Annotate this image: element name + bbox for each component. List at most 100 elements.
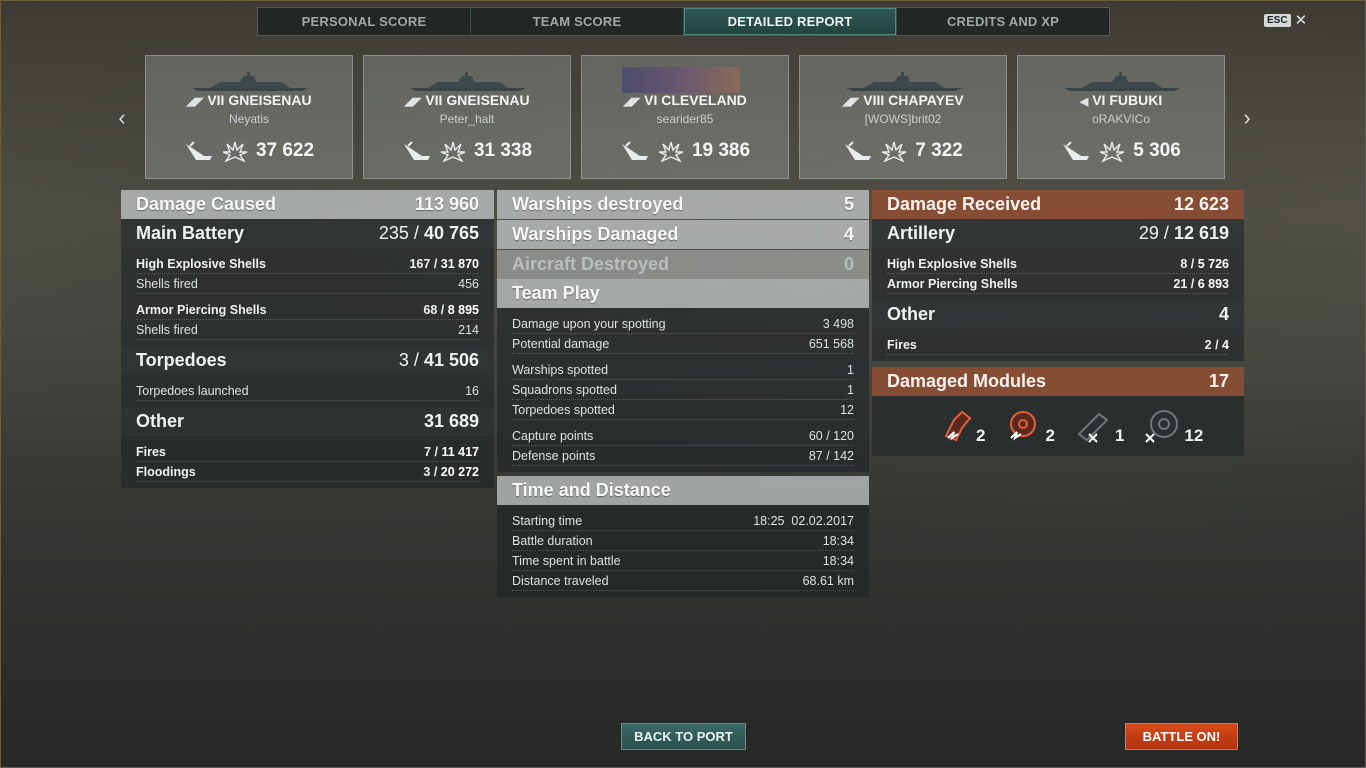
- ship-name: ◢◤ VIII CHAPAYEV: [842, 92, 964, 108]
- warships-damaged-header: Warships Damaged 4: [497, 220, 869, 249]
- ship-class-icon: ◢◤: [842, 96, 860, 108]
- ship-class-icon: ◢◤: [186, 96, 204, 108]
- he-shells-row: High Explosive Shells 167 / 31 870: [136, 254, 479, 274]
- he-shells-fired-row: Shells fired 456: [136, 274, 479, 294]
- player-card[interactable]: ◢◤ VI CLEVELAND searider85 19 386: [581, 55, 789, 179]
- tab-personal-score[interactable]: PERSONAL SCORE: [258, 8, 471, 35]
- squadrons-spotted-row: Squadrons spotted 1: [512, 380, 854, 400]
- torpedo-tubes-module-icon: [1077, 412, 1109, 443]
- player-card[interactable]: ◢◤ VII GNEISENAU Peter_halt 31 338: [363, 55, 571, 179]
- player-name: oRAKVICo: [1091, 112, 1151, 126]
- potential-damage-row: Potential damage 651 568: [512, 334, 854, 354]
- card-stats: 37 622: [146, 140, 352, 162]
- floodings-row: Floodings 3 / 20 272: [136, 462, 479, 482]
- ship-camo-badge-icon: [622, 67, 740, 93]
- damage-received-header: Damage Received 12 623: [872, 190, 1244, 219]
- tab-credits-and-xp[interactable]: CREDITS AND XP: [897, 8, 1109, 35]
- time-distance-header: Time and Distance: [497, 476, 869, 505]
- damage-value: 37 622: [255, 140, 315, 161]
- capture-points-row: Capture points 60 / 120: [512, 426, 854, 446]
- aircraft-destroyed-header: Aircraft Destroyed 0: [497, 250, 869, 279]
- player-name: Neyatis: [228, 112, 269, 126]
- received-other-header: Other 4: [872, 300, 1244, 329]
- module-engine: 2: [1003, 408, 1055, 445]
- ship-silhouette-icon: [192, 72, 308, 91]
- card-stats: 31 338: [364, 140, 570, 162]
- card-stats: 7 322: [800, 140, 1006, 162]
- battle-duration-row: Battle duration 18:34: [512, 531, 854, 551]
- engine-module-icon: [1010, 411, 1037, 441]
- ap-shells-fired-row: Shells fired 214: [136, 320, 479, 340]
- card-stats: 5 306: [1018, 140, 1224, 162]
- close-button[interactable]: ESC ✕: [1264, 13, 1307, 28]
- received-ap-row: Armor Piercing Shells 21 / 6 893: [887, 274, 1229, 294]
- sinking-ship-icon: [621, 141, 648, 160]
- ship-class-icon: ◀: [1079, 96, 1089, 108]
- ap-shells-row: Armor Piercing Shells 68 / 8 895: [136, 300, 479, 320]
- received-fires-row: Fires 2 / 4: [887, 335, 1229, 355]
- other-damage-details: Fires 7 / 11 417 Floodings 3 / 20 272: [121, 436, 494, 488]
- explosion-icon: [881, 141, 907, 162]
- ship-class-icon: ◢◤: [404, 96, 422, 108]
- artillery-header: Artillery 29 / 12 619: [872, 219, 1244, 248]
- torpedoes-header: Torpedoes 3 / 41 506: [121, 346, 494, 375]
- ship-name: ◀ VI FUBUKI: [1079, 92, 1163, 108]
- torpedoes-launched-row: Torpedoes launched 16: [136, 381, 479, 401]
- esc-key-label: ESC: [1264, 14, 1291, 27]
- damage-value: 5 306: [1133, 140, 1181, 161]
- tab-detailed-report[interactable]: DETAILED REPORT: [684, 8, 897, 35]
- module-main-battery: 2: [940, 408, 985, 445]
- damage-received-panel: Damage Received 12 623 Artillery 29 / 12 …: [872, 190, 1244, 456]
- time-distance-details: Starting time 18:25 02.02.2017 Battle dur…: [497, 505, 869, 597]
- sinking-ship-icon: [185, 141, 212, 160]
- sinking-ship-icon: [1063, 141, 1090, 160]
- explosion-icon: [222, 141, 248, 162]
- damaged-modules-header: Damaged Modules 17: [872, 367, 1244, 396]
- torpedoes-spotted-row: Torpedoes spotted 12: [512, 400, 854, 420]
- main-battery-header: Main Battery 235 / 40 765: [121, 219, 494, 248]
- player-name: Peter_halt: [439, 112, 495, 126]
- top-players-carousel: ◢◤ VII GNEISENAU Neyatis 37 622 ◢◤ VII GNE…: [145, 55, 1225, 179]
- ship-silhouette-icon: [410, 72, 526, 91]
- player-name: [WOWS]brit02: [864, 112, 942, 126]
- module-steering: 12: [1142, 408, 1203, 445]
- explosion-icon: [658, 141, 684, 162]
- ship-silhouette-icon: [846, 72, 962, 91]
- card-stats: 19 386: [582, 140, 788, 162]
- starting-time-row: Starting time 18:25 02.02.2017: [512, 511, 854, 531]
- damage-value: 7 322: [915, 140, 963, 161]
- damaged-modules-list: 2 2 1 12: [872, 396, 1244, 456]
- ship-silhouette-icon: [1064, 72, 1180, 91]
- player-card[interactable]: ◀ VI FUBUKI oRAKVICo 5 306: [1017, 55, 1225, 179]
- explosion-icon: [440, 141, 466, 162]
- player-name: searider85: [656, 112, 714, 126]
- artillery-details: High Explosive Shells 8 / 5 726 Armor Pie…: [872, 248, 1244, 300]
- defense-points-row: Defense points 87 / 142: [512, 446, 854, 466]
- torpedoes-details: Torpedoes launched 16: [121, 375, 494, 407]
- prev-arrow-icon[interactable]: ‹: [114, 105, 130, 131]
- damage-value: 19 386: [691, 140, 751, 161]
- sinking-ship-icon: [403, 141, 430, 160]
- damage-caused-header: Damage Caused 113 960: [121, 190, 494, 219]
- received-he-row: High Explosive Shells 8 / 5 726: [887, 254, 1229, 274]
- battle-on-button[interactable]: BATTLE ON!: [1125, 723, 1238, 750]
- main-battery-module-icon: [944, 410, 972, 442]
- back-to-port-button[interactable]: BACK TO PORT: [621, 723, 746, 750]
- player-card[interactable]: ◢◤ VIII CHAPAYEV [WOWS]brit02 7 322: [799, 55, 1007, 179]
- warships-spotted-row: Warships spotted 1: [512, 360, 854, 380]
- ship-name: ◢◤ VII GNEISENAU: [404, 92, 530, 108]
- module-torpedo-tubes: 1: [1073, 408, 1124, 445]
- tab-team-score[interactable]: TEAM SCORE: [471, 8, 684, 35]
- tab-bar: PERSONAL SCORE TEAM SCORE DETAILED REPOR…: [257, 7, 1110, 36]
- close-icon[interactable]: ✕: [1295, 13, 1308, 28]
- player-card[interactable]: ◢◤ VII GNEISENAU Neyatis 37 622: [145, 55, 353, 179]
- damage-caused-panel: Damage Caused 113 960 Main Battery 235 / …: [121, 190, 494, 488]
- damage-value: 31 338: [473, 140, 533, 161]
- other-damage-header: Other 31 689: [121, 407, 494, 436]
- next-arrow-icon[interactable]: ›: [1239, 105, 1255, 131]
- spotting-damage-row: Damage upon your spotting 3 498: [512, 314, 854, 334]
- fires-row: Fires 7 / 11 417: [136, 442, 479, 462]
- explosion-icon: [1099, 141, 1125, 162]
- sinking-ship-icon: [845, 141, 872, 160]
- warships-destroyed-header: Warships destroyed 5: [497, 190, 869, 219]
